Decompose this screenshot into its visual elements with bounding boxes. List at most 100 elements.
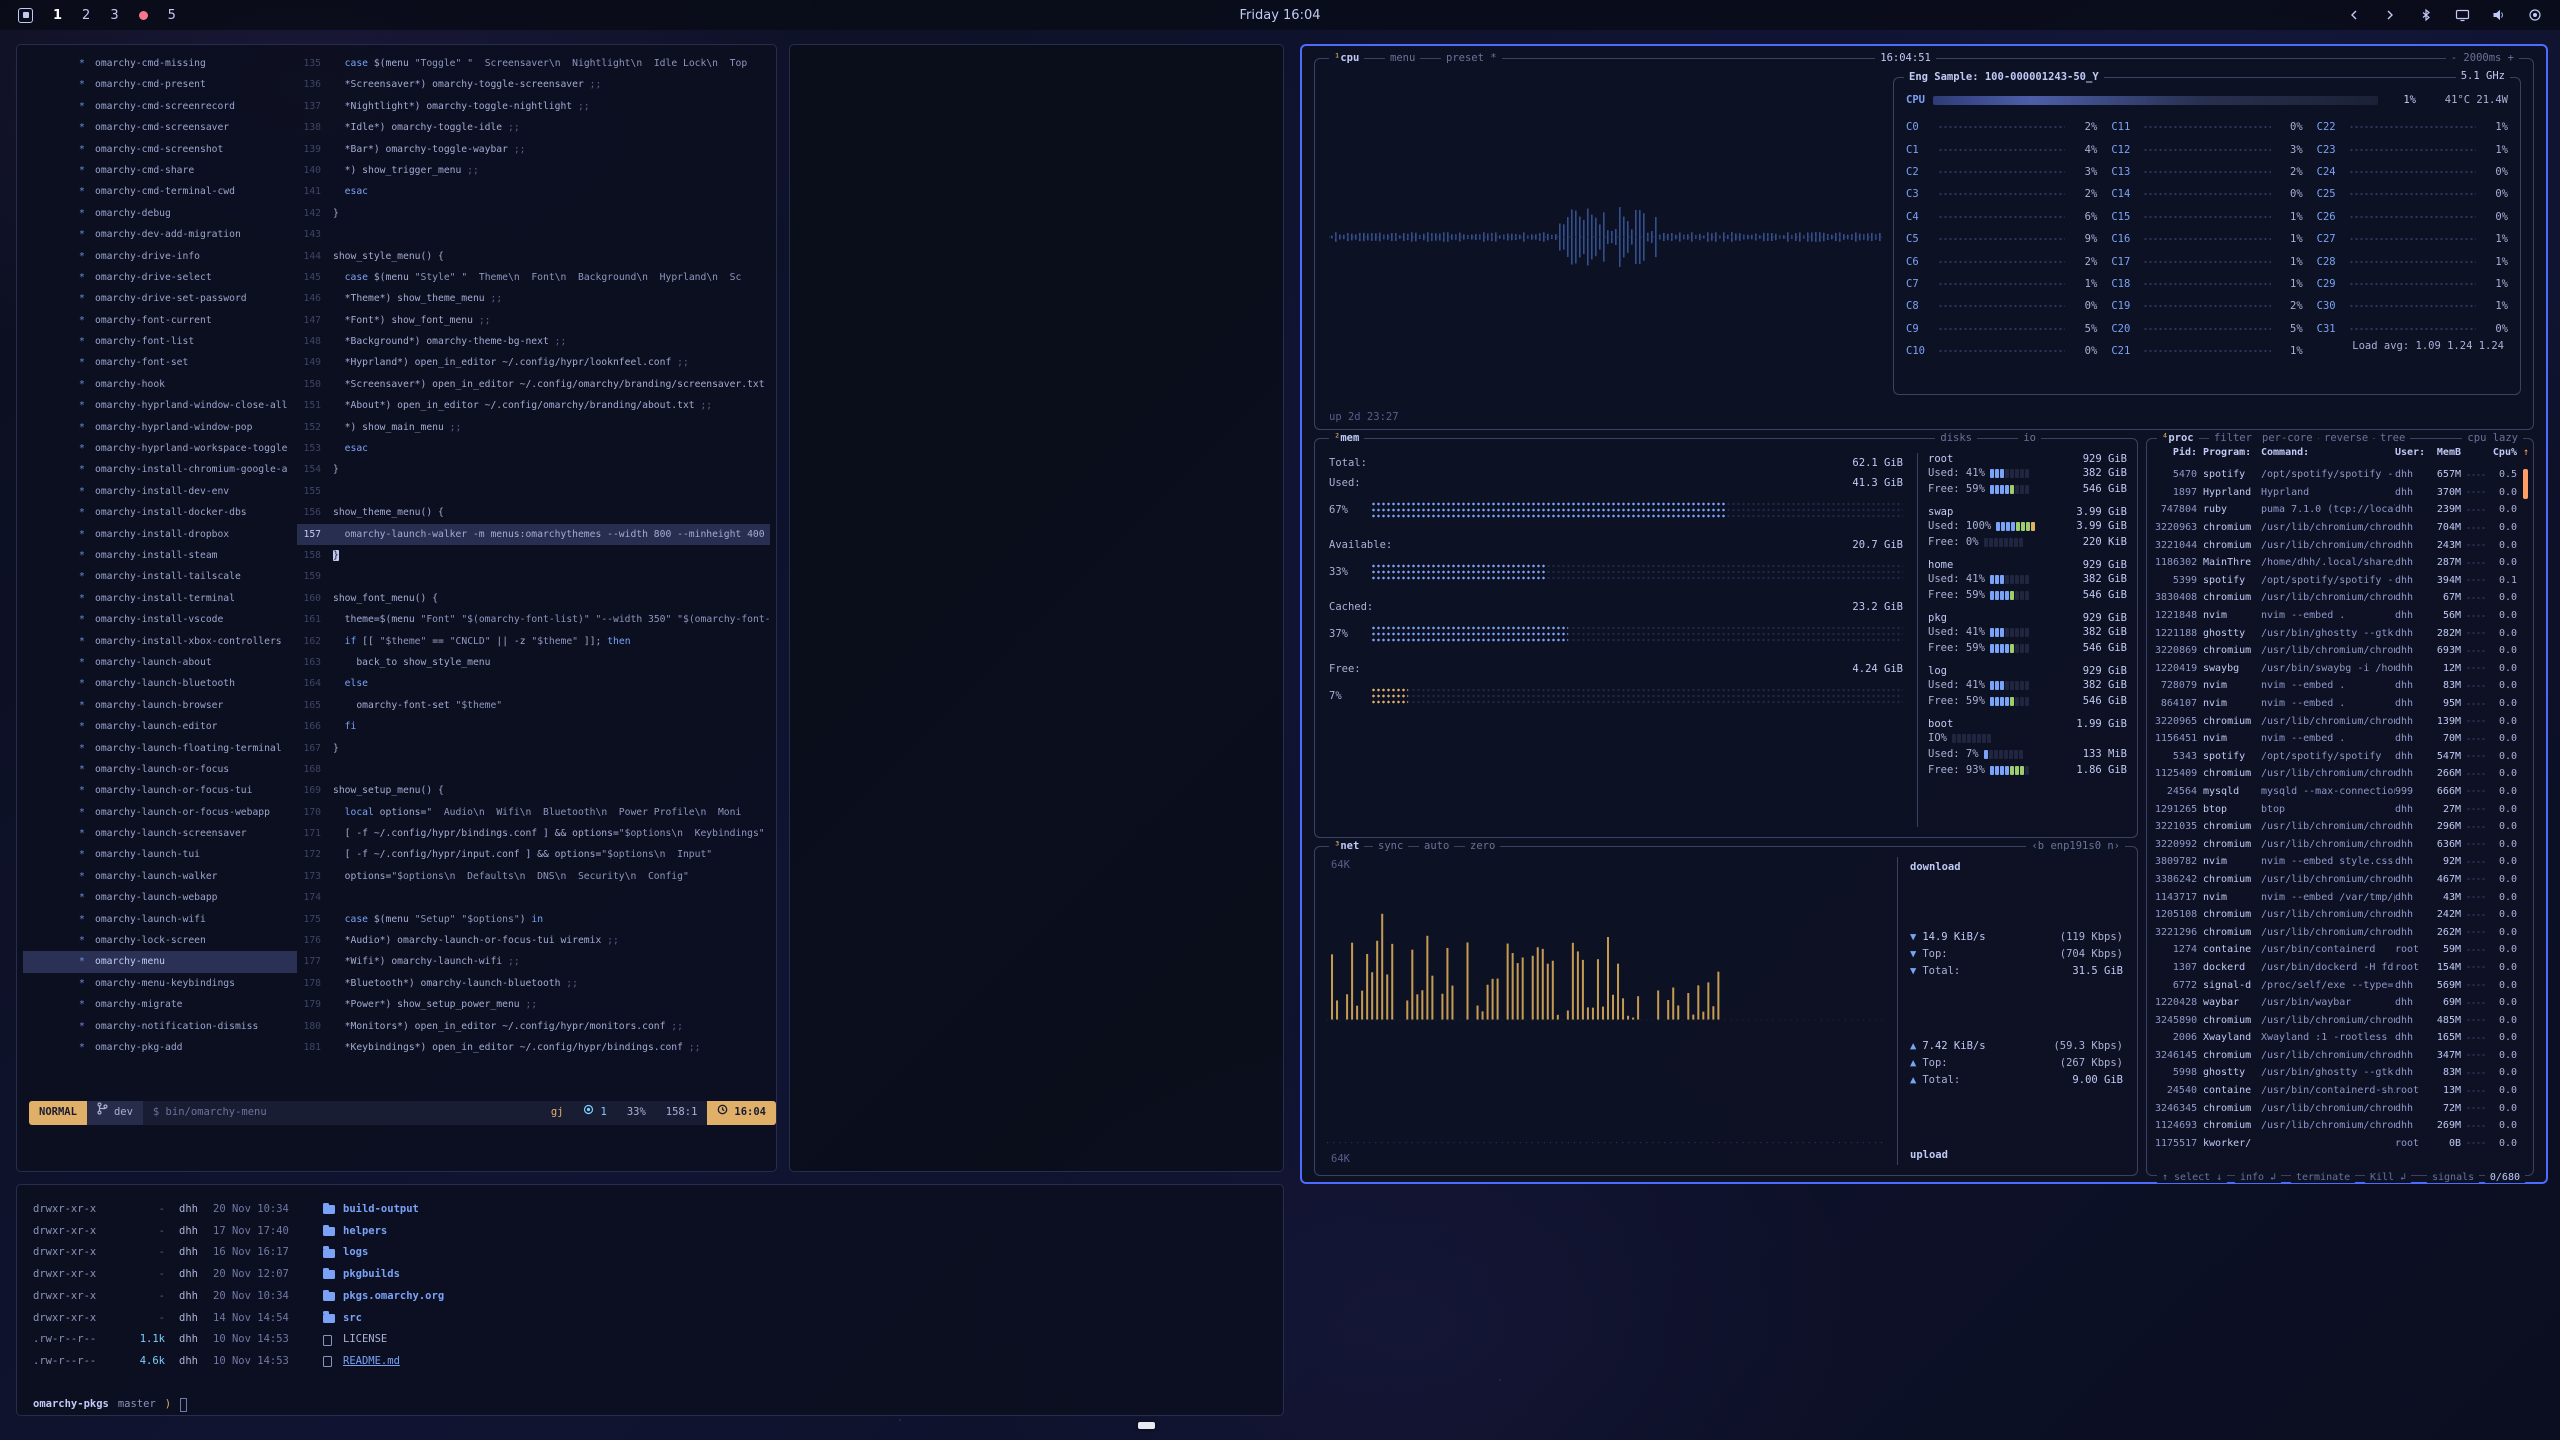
process-row[interactable]: 864107nvimnvim --embed .dhh95M0.0: [2155, 695, 2517, 713]
memory-panel-title[interactable]: ²mem: [1329, 431, 1364, 446]
net-interface[interactable]: ‹b enp191s0 n›: [2026, 839, 2125, 854]
process-row[interactable]: 1274containe/usr/bin/containerdroot59M0.…: [2155, 941, 2517, 959]
process-panel-title[interactable]: ⁴proc: [2157, 431, 2199, 446]
process-row[interactable]: 3221044chromium/usr/lib/chromium/chromdh…: [2155, 536, 2517, 554]
process-row[interactable]: 1175517kworker/root0B0.0: [2155, 1135, 2517, 1151]
tree-item[interactable]: *omarchy-cmd-missing: [23, 53, 297, 74]
tree-item[interactable]: *omarchy-install-dev-env: [23, 481, 297, 502]
workspace-5[interactable]: 5: [168, 8, 176, 23]
menu-button[interactable]: menu: [1385, 51, 1420, 66]
tree-item[interactable]: *omarchy-hyprland-window-close-all: [23, 395, 297, 416]
power-icon[interactable]: [2528, 8, 2542, 22]
tree-item[interactable]: *omarchy-notification-dismiss: [23, 1016, 297, 1037]
tree-item[interactable]: *omarchy-hook: [23, 374, 297, 395]
process-row[interactable]: 1205108chromium/usr/lib/chromium/chromdh…: [2155, 906, 2517, 924]
file-name[interactable]: pkgs.omarchy.org: [343, 1286, 444, 1308]
tree-item[interactable]: *omarchy-install-dropbox: [23, 524, 297, 545]
code-line[interactable]: 155: [297, 481, 770, 502]
file-row[interactable]: .rw-r--r--4.6kdhh10 Nov 14:53README.md: [33, 1351, 1267, 1373]
code-line[interactable]: 170 local options=" Audio\n Wifi\n Bluet…: [297, 802, 770, 823]
tree-item[interactable]: *omarchy-install-chromium-google-a: [23, 459, 297, 480]
cpu-panel-title[interactable]: ¹cpu: [1329, 51, 1364, 66]
process-row[interactable]: 3220869chromium/usr/lib/chromium/chromdh…: [2155, 642, 2517, 660]
code-line[interactable]: 176 *Audio*) omarchy-launch-or-focus-tui…: [297, 930, 770, 951]
tree-item[interactable]: *omarchy-cmd-screenshot: [23, 139, 297, 160]
process-row[interactable]: 3221296chromium/usr/lib/chromium/chromdh…: [2155, 923, 2517, 941]
tree-item[interactable]: *omarchy-launch-or-focus: [23, 759, 297, 780]
code-line[interactable]: 152 *) show_main_menu ;;: [297, 417, 770, 438]
process-row[interactable]: 5343spotify/opt/spotify/spotifydhh547M0.…: [2155, 748, 2517, 766]
workspace-3[interactable]: 3: [110, 8, 118, 23]
code-line[interactable]: 156show_theme_menu() {: [297, 502, 770, 523]
tree-item[interactable]: *omarchy-cmd-present: [23, 74, 297, 95]
reverse-button[interactable]: reverse: [2319, 431, 2373, 446]
code-editor[interactable]: 135 case $(menu "Toggle" " Screensaver\n…: [297, 53, 770, 1075]
tree-item[interactable]: *omarchy-install-terminal: [23, 588, 297, 609]
interval-control[interactable]: - 2000ms +: [2446, 51, 2519, 66]
process-row[interactable]: 3220963chromium/usr/lib/chromium/chromdh…: [2155, 519, 2517, 537]
tree-item[interactable]: *omarchy-launch-or-focus-tui: [23, 780, 297, 801]
code-line[interactable]: 167}: [297, 738, 770, 759]
process-row[interactable]: 3246345chromium/usr/lib/chromium/chromdh…: [2155, 1099, 2517, 1117]
process-row[interactable]: 3809782nvimnvim --embed style.cssdhh92M0…: [2155, 853, 2517, 871]
tree-item[interactable]: *omarchy-launch-walker: [23, 866, 297, 887]
process-row[interactable]: 5399spotify/opt/spotify/spotify --dhh394…: [2155, 572, 2517, 590]
code-line[interactable]: 164 else: [297, 673, 770, 694]
tree-item[interactable]: *omarchy-install-docker-dbs: [23, 502, 297, 523]
display-icon[interactable]: [2455, 8, 2470, 22]
process-row[interactable]: 728079nvimnvim --embed .dhh83M0.0: [2155, 677, 2517, 695]
empty-terminal-window[interactable]: [789, 44, 1284, 1172]
tree-item[interactable]: *omarchy-launch-bluetooth: [23, 673, 297, 694]
process-row[interactable]: 1143717nvimnvim --embed /var/tmp/pdhh43M…: [2155, 888, 2517, 906]
code-line[interactable]: 168: [297, 759, 770, 780]
info-hint[interactable]: info ↲: [2235, 1172, 2281, 1183]
code-line[interactable]: 143: [297, 224, 770, 245]
code-line[interactable]: 160show_font_menu() {: [297, 588, 770, 609]
process-row[interactable]: 24540containe/usr/bin/containerd-shiroot…: [2155, 1082, 2517, 1100]
process-row[interactable]: 3830408chromium/usr/lib/chromium/chromdh…: [2155, 589, 2517, 607]
file-name[interactable]: build-output: [343, 1199, 419, 1221]
tree-item[interactable]: *omarchy-install-tailscale: [23, 566, 297, 587]
code-line[interactable]: 148 *Background*) omarchy-theme-bg-next …: [297, 331, 770, 352]
code-line[interactable]: 135 case $(menu "Toggle" " Screensaver\n…: [297, 53, 770, 74]
process-scrollbar[interactable]: [2523, 469, 2528, 499]
file-row[interactable]: drwxr-xr-x-dhh20 Nov 10:34pkgs.omarchy.o…: [33, 1286, 1267, 1308]
code-line[interactable]: 172 [ -f ~/.config/hypr/input.conf ] && …: [297, 844, 770, 865]
tree-item[interactable]: *omarchy-launch-editor: [23, 716, 297, 737]
tree-item[interactable]: *omarchy-launch-about: [23, 652, 297, 673]
net-auto-button[interactable]: auto: [1419, 839, 1454, 854]
select-hint[interactable]: ↑ select ↓: [2157, 1172, 2227, 1183]
chevron-right-icon[interactable]: [2383, 8, 2397, 22]
tree-item[interactable]: *omarchy-pkg-add: [23, 1037, 297, 1058]
filter-button[interactable]: filter: [2209, 431, 2257, 446]
code-line[interactable]: 157 omarchy-launch-walker -m menus:omarc…: [297, 524, 770, 545]
per-core-button[interactable]: per-core: [2257, 431, 2318, 446]
code-line[interactable]: 147 *Font*) show_font_menu ;;: [297, 310, 770, 331]
bluetooth-icon[interactable]: [2419, 8, 2433, 22]
code-line[interactable]: 153 esac: [297, 438, 770, 459]
code-line[interactable]: 161 theme=$(menu "Font" "$(omarchy-font-…: [297, 609, 770, 630]
code-line[interactable]: 154}: [297, 459, 770, 480]
process-row[interactable]: 24564mysqldmysqld --max-connection999666…: [2155, 783, 2517, 801]
process-row[interactable]: 1307dockerd/usr/bin/dockerd -H fd:root15…: [2155, 959, 2517, 977]
tree-item[interactable]: *omarchy-cmd-terminal-cwd: [23, 181, 297, 202]
tree-item[interactable]: *omarchy-launch-floating-terminal: [23, 738, 297, 759]
process-row[interactable]: 3221035chromium/usr/lib/chromium/chromdh…: [2155, 818, 2517, 836]
net-zero-button[interactable]: zero: [1465, 839, 1500, 854]
code-line[interactable]: 163 back_to show_style_menu: [297, 652, 770, 673]
code-line[interactable]: 174: [297, 887, 770, 908]
disks-title[interactable]: disks: [1935, 431, 1977, 446]
volume-icon[interactable]: [2492, 8, 2506, 22]
code-line[interactable]: 150 *Screensaver*) open_in_editor ~/.con…: [297, 374, 770, 395]
file-name[interactable]: pkgbuilds: [343, 1264, 400, 1286]
tree-item[interactable]: *omarchy-font-list: [23, 331, 297, 352]
code-line[interactable]: 181 *Keybindings*) open_in_editor ~/.con…: [297, 1037, 770, 1058]
terminal-window[interactable]: drwxr-xr-x-dhh20 Nov 10:34build-outputdr…: [16, 1184, 1284, 1416]
process-row[interactable]: 3386242chromium/usr/lib/chromium/chromdh…: [2155, 871, 2517, 889]
sort-selector[interactable]: cpu lazy: [2462, 431, 2523, 446]
code-line[interactable]: 145 case $(menu "Style" " Theme\n Font\n…: [297, 267, 770, 288]
process-row[interactable]: 1156451nvimnvim --embed .dhh70M0.0: [2155, 730, 2517, 748]
process-row[interactable]: 3220965chromium/usr/lib/chromium/chromdh…: [2155, 712, 2517, 730]
file-name[interactable]: src: [343, 1308, 362, 1330]
code-line[interactable]: 158}: [297, 545, 770, 566]
